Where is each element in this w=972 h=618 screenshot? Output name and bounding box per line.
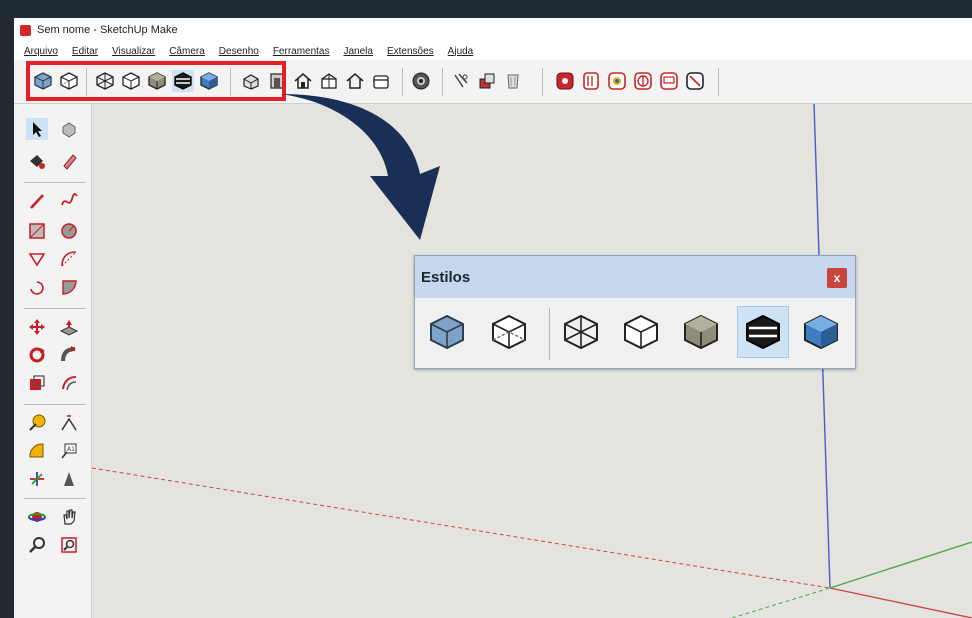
- tape-measure-icon[interactable]: [26, 412, 48, 434]
- curved-pointer-arrow: [280, 94, 440, 240]
- 3d-text-icon[interactable]: [58, 468, 80, 490]
- axes-icon[interactable]: [26, 468, 48, 490]
- menu-camera[interactable]: Câmera: [169, 46, 205, 57]
- line-pencil-icon[interactable]: [26, 190, 48, 212]
- paint-bucket-icon[interactable]: [26, 150, 48, 172]
- shaded-textures-style-icon[interactable]: [737, 306, 789, 358]
- pie-icon[interactable]: [58, 276, 80, 298]
- rotate-icon[interactable]: [26, 344, 48, 366]
- gear-icon[interactable]: [410, 70, 432, 92]
- sidebar-separator: [24, 498, 86, 499]
- sidebar-separator: [24, 308, 86, 309]
- dimension-icon[interactable]: [58, 412, 80, 434]
- menu-bar: Arquivo Editar Visualizar Câmera Desenho…: [14, 42, 972, 60]
- back-edges-style-icon[interactable]: [487, 310, 531, 354]
- styles-toolbar-highlight: [26, 61, 286, 101]
- eraser-tool-icon[interactable]: [58, 150, 80, 172]
- ext-red-icon[interactable]: [554, 70, 576, 92]
- rectangle-icon[interactable]: [26, 220, 48, 242]
- ext-chat-icon[interactable]: [658, 70, 680, 92]
- window-frame-left: [0, 0, 14, 618]
- wireframe-style-icon[interactable]: [559, 310, 603, 354]
- move-icon[interactable]: [26, 316, 48, 338]
- menu-editar[interactable]: Editar: [72, 46, 98, 57]
- add-location-icon[interactable]: [450, 70, 472, 92]
- orbit-icon[interactable]: [26, 506, 48, 528]
- arc-icon[interactable]: [58, 248, 80, 270]
- shaded-style-icon[interactable]: [679, 310, 723, 354]
- tools-sidebar: A1: [14, 104, 92, 618]
- select-arrow-icon[interactable]: [26, 118, 48, 140]
- ext-sun-icon[interactable]: [606, 70, 628, 92]
- toolbar-separator: [542, 68, 543, 96]
- window-frame-top: [0, 0, 972, 18]
- menu-desenho[interactable]: Desenho: [219, 46, 259, 57]
- zoom-window-icon[interactable]: [58, 534, 80, 556]
- back-view-icon[interactable]: [344, 70, 366, 92]
- window-title: Sem nome - SketchUp Make: [37, 24, 178, 36]
- sketchup-logo-icon: [20, 24, 31, 36]
- pan-hand-icon[interactable]: [58, 506, 80, 528]
- offset-icon[interactable]: [58, 372, 80, 394]
- circle-icon[interactable]: [58, 220, 80, 242]
- toolbar-separator: [718, 68, 719, 96]
- monochrome-style-icon[interactable]: [799, 310, 843, 354]
- menu-visualizar[interactable]: Visualizar: [112, 46, 155, 57]
- menu-janela[interactable]: Janela: [344, 46, 373, 57]
- xray-style-icon[interactable]: [425, 310, 469, 354]
- ext-folder-icon[interactable]: [580, 70, 602, 92]
- sidebar-separator: [24, 404, 86, 405]
- menu-arquivo[interactable]: Arquivo: [24, 46, 58, 57]
- styles-floating-toolbar: Estilos x: [414, 255, 856, 369]
- protractor-icon[interactable]: [26, 440, 48, 462]
- ext-dollar-icon[interactable]: [632, 70, 654, 92]
- sidebar-separator: [24, 182, 86, 183]
- menu-ajuda[interactable]: Ajuda: [448, 46, 474, 57]
- components-icon[interactable]: [476, 70, 498, 92]
- styles-panel-title: Estilos: [421, 268, 471, 286]
- right-view-icon[interactable]: [292, 70, 314, 92]
- title-bar: Sem nome - SketchUp Make: [14, 18, 972, 42]
- text-label-icon[interactable]: A1: [58, 440, 80, 462]
- top-view-icon[interactable]: [318, 70, 340, 92]
- styles-panel-header[interactable]: Estilos x: [415, 256, 855, 298]
- close-button[interactable]: x: [827, 268, 847, 288]
- polygon-icon[interactable]: [26, 248, 48, 270]
- hidden-line-style-icon[interactable]: [619, 310, 663, 354]
- freehand-icon[interactable]: [58, 190, 80, 212]
- scale-icon[interactable]: [26, 372, 48, 394]
- two-point-arc-icon[interactable]: [26, 276, 48, 298]
- eraser-icon[interactable]: [58, 118, 80, 140]
- follow-me-icon[interactable]: [58, 344, 80, 366]
- left-view-icon[interactable]: [370, 70, 392, 92]
- push-pull-icon[interactable]: [58, 316, 80, 338]
- warehouse-icon[interactable]: [502, 70, 524, 92]
- menu-extensoes[interactable]: Extensões: [387, 46, 434, 57]
- ext-circle-slash-icon[interactable]: [684, 70, 706, 92]
- svg-text:A1: A1: [67, 446, 75, 453]
- menu-ferramentas[interactable]: Ferramentas: [273, 46, 330, 57]
- panel-separator: [549, 308, 550, 360]
- zoom-icon[interactable]: [26, 534, 48, 556]
